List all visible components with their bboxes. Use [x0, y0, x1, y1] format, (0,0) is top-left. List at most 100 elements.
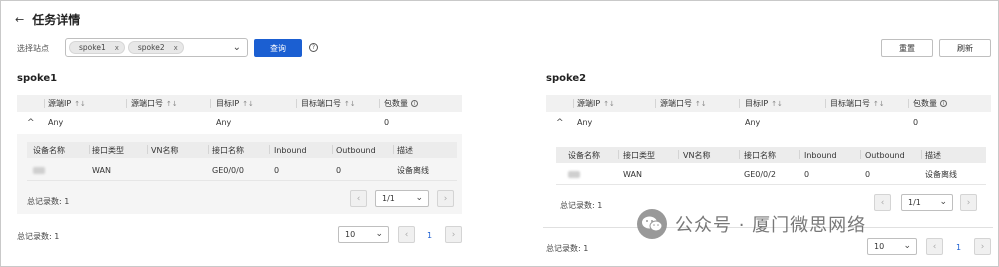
column-src-port[interactable]: 源端口号 ↑↓	[131, 95, 178, 112]
sort-icon[interactable]: ↑↓	[695, 100, 707, 108]
column-packets: 包数量 i	[913, 95, 947, 112]
column-divider	[618, 150, 619, 159]
sort-icon[interactable]: ↑↓	[166, 100, 178, 108]
chevron-down-icon[interactable]: ⌄	[233, 42, 241, 53]
watermark: 公众号 · 厦门微思网络	[637, 209, 866, 239]
info-icon[interactable]: i	[940, 100, 947, 107]
cell-packets: 0	[384, 118, 390, 127]
total-count: 总记录数: 1	[17, 232, 60, 241]
close-icon[interactable]: x	[174, 44, 178, 52]
prev-page-button[interactable]: ‹	[350, 190, 367, 207]
column-dst-ip[interactable]: 目标IP ↑↓	[216, 95, 254, 112]
column-divider	[126, 99, 127, 108]
query-button[interactable]: 查询	[254, 39, 302, 57]
column-divider	[655, 99, 656, 108]
arrow-left-icon[interactable]: ←	[15, 13, 24, 26]
close-icon[interactable]: x	[115, 44, 119, 52]
column-divider	[860, 150, 861, 159]
column-label: 目标IP	[745, 99, 769, 108]
current-page[interactable]: 1	[427, 231, 432, 240]
column-divider	[921, 150, 922, 159]
column-dst-port[interactable]: 目标端口号 ↑↓	[830, 95, 885, 112]
column-divider	[678, 150, 679, 159]
page-indicator: 1/1	[908, 198, 921, 207]
column-dst-port[interactable]: 目标端口号 ↑↓	[301, 95, 356, 112]
column-if-name: 接口名称	[744, 150, 776, 160]
next-page-button[interactable]: ›	[445, 226, 462, 243]
next-page-button[interactable]: ›	[974, 238, 991, 255]
site-tag-spoke1: spoke1 x	[69, 41, 125, 54]
chevron-down-icon: ⌄	[903, 241, 911, 251]
column-src-ip[interactable]: 源端IP ↑↓	[577, 95, 615, 112]
prev-page-button[interactable]: ‹	[398, 226, 415, 243]
column-dst-ip[interactable]: 目标IP ↑↓	[745, 95, 783, 112]
sort-icon[interactable]: ↑↓	[344, 100, 356, 108]
column-if-type: 接口类型	[623, 150, 655, 160]
page-title: 任务详情	[32, 13, 81, 27]
column-label: 源端口号	[131, 99, 163, 108]
column-divider	[739, 99, 740, 108]
cell-packets: 0	[913, 118, 919, 127]
column-outbound: Outbound	[865, 150, 905, 160]
sub-total-count: 总记录数: 1	[560, 201, 603, 210]
column-divider	[89, 145, 90, 154]
column-device: 设备名称	[33, 145, 65, 155]
task-detail-page: ← 任务详情 选择站点 spoke1 x spoke2 x ⌄ 查询 ? 重置 …	[0, 0, 999, 267]
column-divider	[379, 99, 380, 108]
column-divider	[393, 145, 394, 154]
collapse-icon[interactable]: ^	[27, 112, 35, 133]
info-icon[interactable]: i	[411, 100, 418, 107]
cell-src-ip: Any	[48, 118, 64, 127]
chevron-down-icon: ⌄	[375, 229, 383, 239]
sub-table-row: WAN GE0/0/2 0 0 设备离线	[556, 165, 986, 185]
cell-inbound: 0	[804, 170, 810, 179]
sort-icon[interactable]: ↑↓	[603, 100, 615, 108]
column-divider	[44, 99, 45, 108]
sub-page-select[interactable]: 1/1 ⌄	[901, 194, 953, 211]
column-divider	[332, 145, 333, 154]
column-vn: VN名称	[151, 145, 179, 155]
expanded-detail: 设备名称 接口类型 VN名称 接口名称 Inbound Outbound 描述 …	[17, 134, 462, 214]
cell-dst-ip: Any	[745, 118, 761, 127]
table-header: 源端IP ↑↓ 源端口号 ↑↓ 目标IP ↑↓ 目标端口号 ↑↓ 包数量 i	[17, 95, 462, 112]
site-select[interactable]: spoke1 x spoke2 x ⌄	[65, 38, 248, 57]
column-device: 设备名称	[568, 150, 600, 160]
current-page[interactable]: 1	[956, 243, 961, 252]
refresh-button[interactable]: 刷新	[939, 39, 991, 57]
cell-if-name: GE0/0/0	[212, 166, 244, 175]
reset-button[interactable]: 重置	[881, 39, 933, 57]
sort-icon[interactable]: ↑↓	[771, 100, 783, 108]
page-size-select[interactable]: 10 ⌄	[867, 238, 917, 255]
column-divider	[210, 99, 211, 108]
prev-page-button[interactable]: ‹	[874, 194, 891, 211]
page-header: ← 任务详情	[15, 11, 80, 28]
next-page-button[interactable]: ›	[437, 190, 454, 207]
prev-page-button[interactable]: ‹	[926, 238, 943, 255]
sort-icon[interactable]: ↑↓	[242, 100, 254, 108]
column-src-ip[interactable]: 源端IP ↑↓	[48, 95, 86, 112]
page-size-value: 10	[874, 242, 885, 251]
column-if-name: 接口名称	[212, 145, 244, 155]
column-packets: 包数量 i	[384, 95, 418, 112]
cell-if-type: WAN	[92, 166, 111, 175]
column-divider	[908, 99, 909, 108]
next-page-button[interactable]: ›	[960, 194, 977, 211]
help-icon[interactable]: ?	[309, 43, 318, 52]
wechat-icon	[637, 209, 667, 239]
table-row: ^ Any Any 0	[17, 112, 462, 133]
sort-icon[interactable]: ↑↓	[873, 100, 885, 108]
column-label: 目标IP	[216, 99, 240, 108]
cell-outbound: 0	[865, 170, 871, 179]
column-src-port[interactable]: 源端口号 ↑↓	[660, 95, 707, 112]
cell-inbound: 0	[274, 166, 280, 175]
total-count: 总记录数: 1	[546, 244, 589, 253]
sub-page-select[interactable]: 1/1 ⌄	[375, 190, 429, 207]
sub-table-header: 设备名称 接口类型 VN名称 接口名称 Inbound Outbound 描述	[556, 147, 986, 163]
sort-icon[interactable]: ↑↓	[74, 100, 86, 108]
page-size-select[interactable]: 10 ⌄	[338, 226, 389, 243]
cell-outbound: 0	[336, 166, 342, 175]
tag-label: spoke2	[137, 43, 165, 52]
collapse-icon[interactable]: ^	[556, 112, 564, 133]
table-header: 源端IP ↑↓ 源端口号 ↑↓ 目标IP ↑↓ 目标端口号 ↑↓ 包数量 i	[546, 95, 991, 112]
panel-title-spoke1: spoke1	[17, 73, 58, 84]
